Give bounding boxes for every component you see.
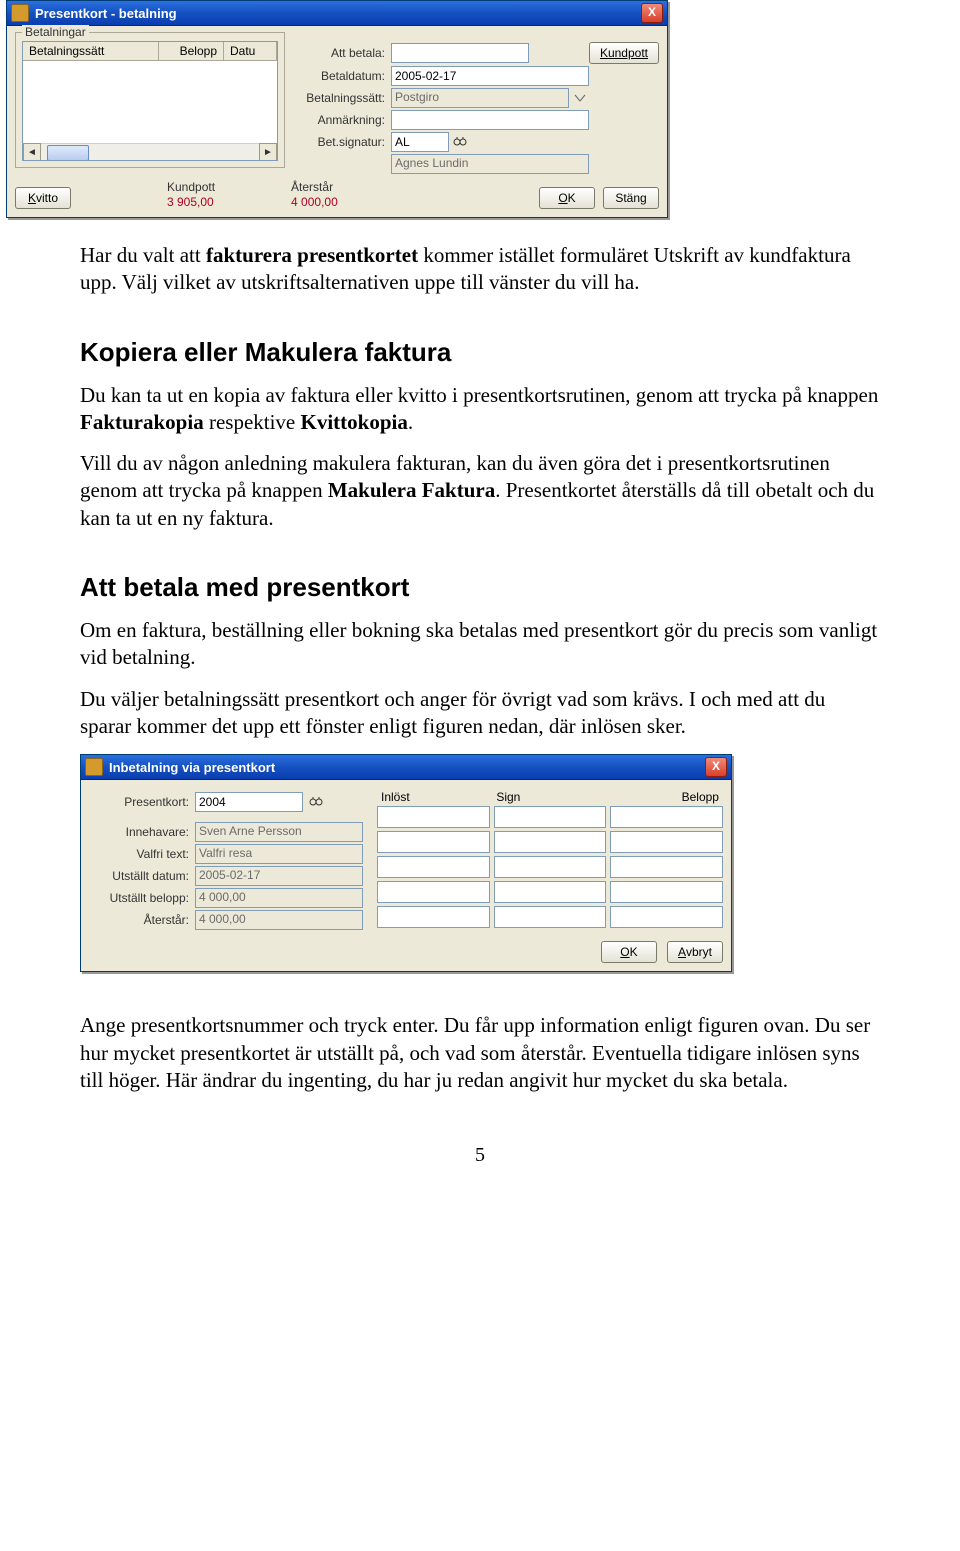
field-aterstar: 4 000,00 [195, 910, 363, 930]
label-utst-datum: Utställt datum: [89, 869, 195, 883]
list-header: Betalningssätt Belopp Datu [23, 42, 277, 61]
input-att-betala[interactable] [391, 43, 529, 63]
close-icon[interactable]: X [705, 757, 727, 777]
label-valfri-text: Valfri text: [89, 847, 195, 861]
input-presentkort[interactable] [195, 792, 303, 812]
kvitto-button[interactable]: Kvitto [15, 187, 71, 209]
kundpott-button[interactable]: Kundpott [589, 42, 659, 64]
field-innehavare: Sven Arne Persson [195, 822, 363, 842]
search-icon[interactable] [309, 795, 323, 809]
col-betalningssatt[interactable]: Betalningssätt [23, 42, 159, 60]
label-kundpott-footer: Kundpott [167, 180, 215, 194]
dialog-presentkort-betalning: Presentkort - betalning X Betalningar Be… [6, 0, 668, 218]
ok-button[interactable]: OK [539, 187, 595, 209]
col-inlost: Inlöst [377, 790, 492, 806]
input-anmarkning[interactable] [391, 110, 589, 130]
redemption-row [377, 831, 723, 853]
page-number: 5 [80, 1144, 880, 1167]
window-title: Inbetalning via presentkort [109, 760, 705, 775]
redemption-header: Inlöst Sign Belopp [377, 790, 723, 806]
avbryt-button[interactable]: Avbryt [667, 941, 723, 963]
field-valfri-text: Valfri resa [195, 844, 363, 864]
field-utst-datum: 2005-02-17 [195, 866, 363, 886]
groupbox-title: Betalningar [22, 25, 89, 39]
paragraph: Vill du av någon anledning makulera fakt… [80, 450, 880, 532]
window-title: Presentkort - betalning [35, 6, 641, 21]
close-icon[interactable]: X [641, 3, 663, 23]
app-icon [11, 4, 29, 22]
label-anmarkning: Anmärkning: [297, 113, 391, 127]
scroll-right-icon[interactable]: ► [259, 143, 277, 161]
col-datum[interactable]: Datu [224, 42, 277, 60]
input-betaldatum[interactable] [391, 66, 589, 86]
heading-betala: Att betala med presentkort [80, 572, 880, 603]
app-icon [85, 758, 103, 776]
label-aterstar-footer: Återstår [291, 180, 333, 194]
col-belopp: Belopp [608, 790, 723, 806]
field-betalningssatt: Postgiro [391, 88, 569, 108]
field-utst-belopp: 4 000,00 [195, 888, 363, 908]
paragraph: Har du valt att fakturera presentkortet … [80, 242, 880, 297]
label-betaldatum: Betaldatum: [297, 69, 391, 83]
dialog-inbetalning-presentkort: Inbetalning via presentkort X Presentkor… [80, 754, 732, 972]
col-sign: Sign [492, 790, 607, 806]
payments-list[interactable]: Betalningssätt Belopp Datu ◄ ► [22, 41, 278, 161]
titlebar[interactable]: Presentkort - betalning X [7, 1, 667, 26]
titlebar[interactable]: Inbetalning via presentkort X [81, 755, 731, 780]
scroll-thumb[interactable] [47, 145, 89, 161]
redemption-row [377, 806, 723, 828]
paragraph: Du kan ta ut en kopia av faktura eller k… [80, 382, 880, 437]
paragraph: Ange presentkortsnummer och tryck enter.… [80, 1012, 880, 1094]
close-button[interactable]: Stäng [603, 187, 659, 209]
label-att-betala: Att betala: [297, 46, 391, 60]
scroll-left-icon[interactable]: ◄ [23, 143, 41, 161]
heading-kopiera: Kopiera eller Makulera faktura [80, 337, 880, 368]
group-betalningar: Betalningar Betalningssätt Belopp Datu ◄… [15, 32, 285, 168]
label-utst-belopp: Utställt belopp: [89, 891, 195, 905]
value-kundpott: 3 905,00 [167, 195, 214, 209]
paragraph: Om en faktura, beställning eller bokning… [80, 617, 880, 672]
horizontal-scrollbar[interactable]: ◄ ► [23, 143, 277, 160]
label-innehavare: Innehavare: [89, 825, 195, 839]
search-icon[interactable] [453, 135, 467, 149]
value-aterstar: 4 000,00 [291, 195, 338, 209]
redemption-row [377, 906, 723, 928]
field-signatur-name: Agnes Lundin [391, 154, 589, 174]
label-signatur: Bet.signatur: [297, 135, 391, 149]
redemption-row [377, 856, 723, 878]
label-presentkort: Presentkort: [89, 795, 195, 809]
paragraph: Du väljer betalningssätt presentkort och… [80, 686, 880, 741]
redemption-row [377, 881, 723, 903]
dropdown-icon[interactable] [573, 91, 587, 105]
input-signatur[interactable] [391, 132, 449, 152]
label-aterstar: Återstår: [89, 913, 195, 927]
col-belopp[interactable]: Belopp [159, 42, 224, 60]
ok-button[interactable]: OK [601, 941, 657, 963]
label-betalningssatt: Betalningssätt: [297, 91, 391, 105]
